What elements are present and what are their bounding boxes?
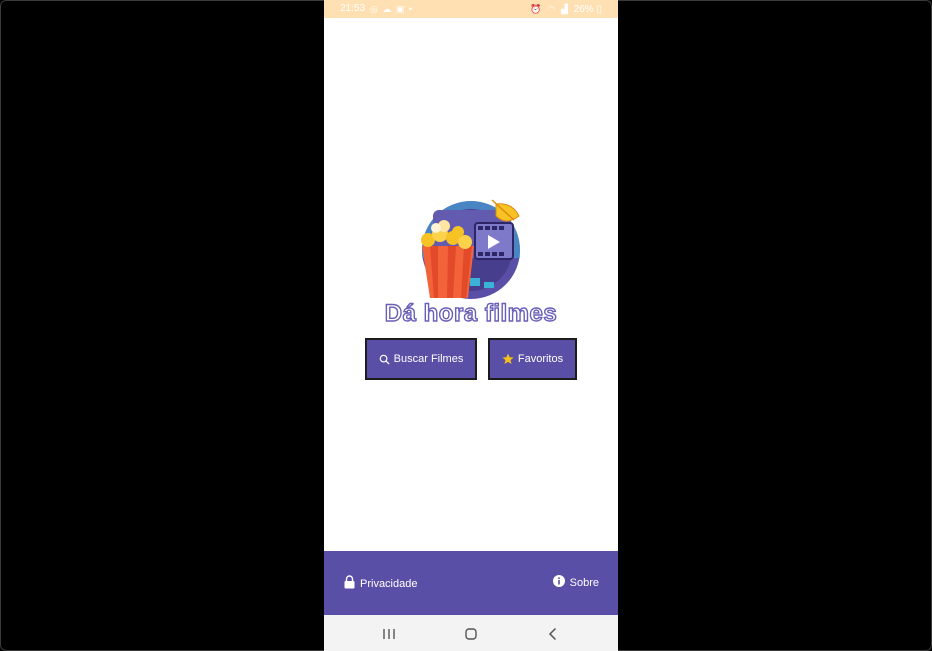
logo-title: Dá hora filmes (384, 299, 558, 327)
bottom-bar: Privacidade Sobre (324, 551, 618, 615)
app-logo: Dá hora filmes (354, 198, 594, 338)
battery-icon: ▯ (596, 4, 602, 15)
system-nav-bar (324, 615, 618, 651)
signal-icon: ▟ (560, 4, 568, 14)
recent-apps-button[interactable] (379, 624, 399, 644)
favorites-button[interactable]: Favoritos (488, 338, 577, 380)
recent-apps-icon (383, 629, 395, 639)
whatsapp-icon: ◎ (370, 4, 379, 14)
about-link[interactable]: Sobre (552, 575, 599, 590)
status-right: ⏰ ◠ ▟ 26% ▯ (530, 0, 602, 19)
home-button[interactable] (461, 624, 481, 644)
privacy-link[interactable]: Privacidade (344, 575, 417, 592)
wifi-icon: ◠ (547, 4, 556, 14)
alarm-icon: ⏰ (530, 4, 542, 14)
status-time: 21:53 (340, 3, 366, 14)
privacy-label: Privacidade (360, 577, 418, 590)
cloud-icon: ☁ (382, 4, 393, 14)
back-button[interactable] (543, 624, 563, 644)
gallery-icon: ▣ (395, 4, 406, 14)
status-bar: 21:53 ◎ ☁ ▣ • ⏰ ◠ ▟ 26% ▯ (324, 0, 618, 18)
favorites-label: Favoritos (517, 353, 564, 365)
home-icon (465, 628, 477, 640)
search-icon (379, 354, 390, 365)
star-icon (502, 353, 514, 365)
search-movies-label: Buscar Filmes (393, 353, 464, 365)
info-icon (552, 575, 565, 590)
back-icon (548, 627, 557, 641)
dot-icon: • (408, 4, 414, 14)
lock-icon (344, 575, 355, 592)
notification-icons: ◎ ☁ ▣ • (370, 0, 413, 18)
search-movies-button[interactable]: Buscar Filmes (365, 338, 477, 380)
battery-level: 26% (573, 4, 594, 15)
phone-screen: 21:53 ◎ ☁ ▣ • ⏰ ◠ ▟ 26% ▯ Dá hora filmes… (324, 0, 618, 651)
about-label: Sobre (569, 576, 599, 589)
